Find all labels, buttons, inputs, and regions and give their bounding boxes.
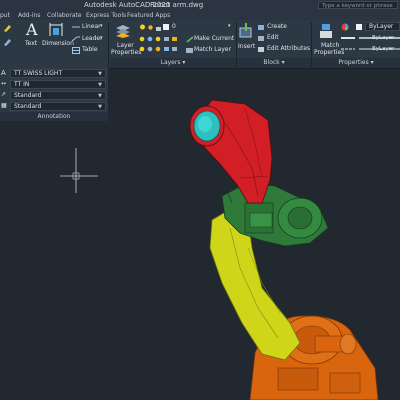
pencil-icon[interactable] [2, 37, 12, 47]
make-current-icon [186, 36, 194, 43]
create-button[interactable]: Create [267, 23, 287, 30]
edit-attributes-icon [258, 47, 264, 52]
tab-featured-apps[interactable]: Featured Apps [127, 11, 170, 20]
dim-style-value: TT IN [14, 81, 30, 88]
layer-properties-label-2[interactable]: Properties [111, 49, 141, 56]
color-swatch [356, 24, 362, 30]
edit-attributes-button[interactable]: Edit Attributes [267, 45, 310, 52]
edit-button[interactable]: Edit [267, 34, 279, 41]
insert-button[interactable]: Insert [238, 43, 255, 50]
leader-style-value: Standard [14, 92, 42, 99]
linear-button[interactable]: Linear [82, 23, 101, 30]
table-style-value: Standard [14, 103, 42, 110]
chevron-down-icon[interactable]: ▾ [100, 23, 103, 29]
dimension-button[interactable]: Dimension [42, 40, 74, 47]
color-dropdown[interactable]: ByLayer [365, 22, 400, 31]
ribbon-separator [108, 22, 109, 67]
chevron-down-icon: ▼ [98, 104, 102, 110]
pencil-icon[interactable] [2, 23, 12, 33]
layer-properties-label[interactable]: Layer [117, 42, 134, 49]
make-current-button[interactable]: Make Current [194, 35, 234, 42]
table-style-dropdown[interactable]: Standard ▼ [10, 102, 106, 111]
dim-style-icon: ↔ [1, 80, 7, 87]
layer-properties-icon[interactable] [115, 23, 131, 38]
dim-style-dropdown[interactable]: TT IN ▼ [10, 80, 106, 89]
chevron-down-icon[interactable]: ▾ [228, 23, 231, 29]
text-style-dropdown[interactable]: TT SWISS LIGHT ▼ [10, 69, 106, 78]
autocad-window: Autodesk AutoCAD 2020 Robot arm.dwg Type… [0, 0, 400, 400]
block-panel-text: Block [263, 59, 280, 66]
color-value: ByLayer [369, 23, 394, 30]
match-properties-label-2[interactable]: Properties [314, 49, 344, 56]
chevron-down-icon: ▼ [98, 82, 102, 88]
match-layer-button[interactable]: Match Layer [194, 46, 231, 53]
svg-text:A: A [25, 21, 38, 37]
color-wheel-icon [341, 23, 349, 31]
annotation-panel-label[interactable]: Annotation [0, 112, 108, 121]
layers-panel-text: Layers [160, 59, 181, 66]
tab-express-tools[interactable]: Express Tools [86, 11, 126, 20]
table-icon [72, 47, 80, 54]
lightbulb-icon[interactable] [139, 24, 146, 31]
match-properties-icon[interactable] [318, 23, 334, 39]
text-button[interactable]: Text [25, 40, 37, 47]
ribbon: A Text Dimension Linear ▾ Leader ▾ Table… [0, 20, 400, 69]
lineweight-value[interactable]: ByLayer [372, 35, 394, 41]
linear-icon [72, 26, 80, 28]
linetype-value[interactable]: ByLayer [372, 46, 394, 52]
crosshair-icon [60, 148, 98, 193]
table-button[interactable]: Table [82, 46, 98, 53]
match-layer-icon [186, 48, 193, 53]
tab-collaborate[interactable]: Collaborate [47, 11, 82, 20]
properties-panel-label[interactable]: Properties ▾ [312, 58, 400, 68]
tab-output[interactable]: put [0, 11, 10, 20]
layer-tools-icon[interactable] [139, 36, 189, 56]
sun-icon[interactable] [147, 24, 154, 31]
layers-panel-label[interactable]: Layers ▾ [110, 58, 236, 68]
leader-style-dropdown[interactable]: Standard ▼ [10, 91, 106, 100]
title-bar: Autodesk AutoCAD 2020 Robot arm.dwg Type… [0, 0, 400, 11]
create-icon [258, 25, 264, 30]
search-input[interactable]: Type a keyword or phrase [318, 1, 398, 9]
leader-style-icon: ↗ [1, 91, 7, 98]
edit-icon [258, 36, 264, 41]
text-style-value: TT SWISS LIGHT [14, 70, 63, 77]
ribbon-tabs: put Add-ins Collaborate Express Tools Fe… [0, 11, 400, 20]
tab-add-ins[interactable]: Add-ins [18, 11, 40, 20]
properties-panel-text: Properties [338, 59, 369, 66]
insert-icon[interactable] [238, 23, 254, 39]
match-properties-label[interactable]: Match [321, 42, 339, 49]
block-panel-label[interactable]: Block ▾ [237, 58, 311, 68]
robot-end-effector [189, 105, 225, 147]
dimension-icon[interactable] [48, 22, 64, 37]
leader-icon [72, 36, 80, 42]
layer-color-swatch [163, 24, 169, 30]
table-style-icon: ▦ [1, 102, 7, 109]
file-name: Robot arm.dwg [150, 1, 204, 9]
layer-dropdown-value[interactable]: 0 [172, 23, 176, 30]
chevron-down-icon[interactable]: ▾ [100, 35, 103, 41]
lock-icon[interactable] [155, 24, 162, 31]
text-icon[interactable]: A [24, 21, 40, 37]
annotation-panel: A TT SWISS LIGHT ▼ ↔ TT IN ▼ ↗ Standard … [0, 68, 108, 121]
chevron-down-icon: ▼ [98, 93, 102, 99]
chevron-down-icon: ▼ [98, 71, 102, 77]
text-style-icon: A [1, 69, 6, 77]
